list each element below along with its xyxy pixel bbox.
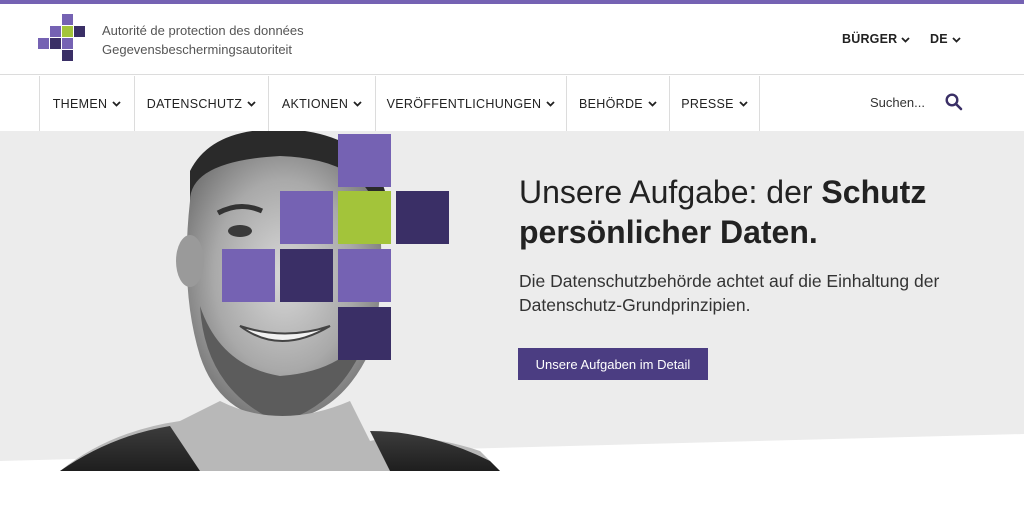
language-menu[interactable]: DE: [930, 32, 961, 46]
nav-item-presse[interactable]: PRESSE: [669, 76, 759, 131]
nav-divider: [759, 76, 760, 131]
audience-menu-label: BÜRGER: [842, 32, 898, 46]
chevron-down-icon: [546, 100, 555, 107]
org-name-french: Autorité de protection des données: [102, 23, 304, 38]
chevron-down-icon: [901, 37, 911, 43]
chevron-down-icon: [112, 100, 121, 107]
chevron-down-icon: [247, 100, 256, 107]
logo[interactable]: [38, 14, 90, 66]
hero-headline-regular: Unsere Aufgabe: der: [519, 174, 822, 210]
hero-cta-button[interactable]: Unsere Aufgaben im Detail: [518, 348, 708, 380]
nav-item-label: THEMEN: [52, 96, 108, 111]
nav-item-themen[interactable]: THEMEN: [39, 76, 134, 131]
nav-item-label: DATENSCHUTZ: [146, 96, 243, 111]
chevron-down-icon: [952, 37, 961, 43]
search-icon[interactable]: [945, 93, 963, 111]
main-navigation: THEMEN DATENSCHUTZ AKTIONEN VERÖFFENTLIC…: [0, 76, 1024, 131]
hero-headline-bold-2: persönlicher Daten.: [519, 214, 818, 250]
nav-item-aktionen[interactable]: AKTIONEN: [268, 76, 375, 131]
hero-portrait-image: [60, 131, 500, 471]
nav-item-label: PRESSE: [681, 96, 734, 111]
search-input[interactable]: Suchen...: [870, 95, 925, 110]
org-name-dutch: Gegevensbeschermingsautoriteit: [102, 42, 293, 57]
nav-item-label: VERÖFFENTLICHUNGEN: [386, 96, 542, 111]
hero-headline: Unsere Aufgabe: der Schutz persönlicher …: [519, 172, 999, 252]
nav-item-datenschutz[interactable]: DATENSCHUTZ: [134, 76, 268, 131]
hero-headline-bold-1: Schutz: [821, 174, 927, 210]
nav-item-label: AKTIONEN: [281, 96, 349, 111]
language-menu-label: DE: [930, 32, 948, 46]
nav-item-label: BEHÖRDE: [579, 96, 643, 111]
nav-item-veroeffentlichungen[interactable]: VERÖFFENTLICHUNGEN: [375, 76, 566, 131]
chevron-down-icon: [353, 100, 362, 107]
audience-menu[interactable]: BÜRGER: [842, 32, 911, 46]
nav-item-behoerde[interactable]: BEHÖRDE: [566, 76, 669, 131]
chevron-down-icon: [739, 100, 748, 107]
site-header: Autorité de protection des données Gegev…: [0, 4, 1024, 75]
chevron-down-icon: [648, 100, 657, 107]
organization-name: Autorité de protection des données Gegev…: [102, 21, 304, 59]
hero-subline: Die Datenschutzbehörde achtet auf die Ei…: [519, 271, 940, 315]
